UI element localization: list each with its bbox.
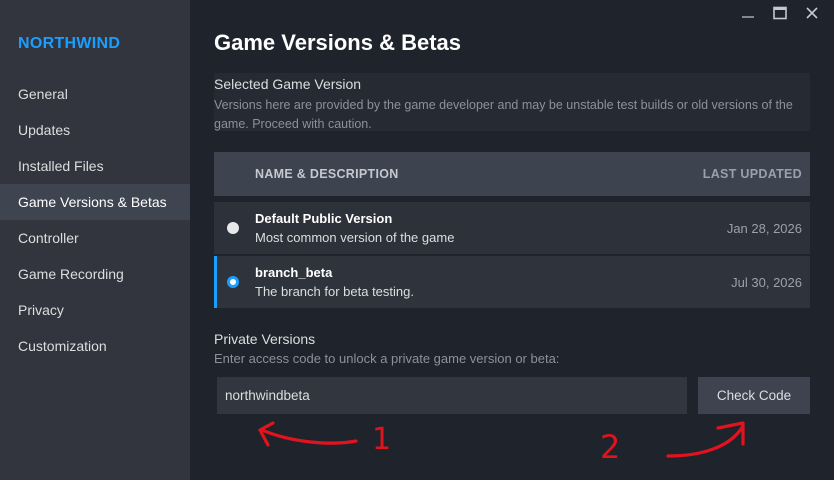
version-last-updated: Jul 30, 2026 <box>731 275 802 290</box>
selected-version-section: Selected Game Version Versions here are … <box>214 73 810 131</box>
app-brand: NORTHWIND <box>18 35 121 52</box>
version-description: Most common version of the game <box>255 230 455 245</box>
version-name: Default Public Version <box>255 211 393 226</box>
version-name: branch_beta <box>255 265 333 280</box>
check-code-button[interactable]: Check Code <box>698 377 810 414</box>
table-row[interactable]: Default Public Version Most common versi… <box>214 202 810 254</box>
sidebar-item-installed-files[interactable]: Installed Files <box>0 148 190 184</box>
window-controls <box>732 2 828 24</box>
sidebar-item-general[interactable]: General <box>0 76 190 112</box>
version-last-updated: Jan 28, 2026 <box>726 221 802 236</box>
section-title: Selected Game Version <box>214 76 362 92</box>
column-header-last-updated: LAST UPDATED <box>702 167 802 181</box>
sidebar: NORTHWIND General Updates Installed File… <box>0 0 190 480</box>
sidebar-item-customization[interactable]: Customization <box>0 328 190 364</box>
table-row[interactable]: branch_beta The branch for beta testing.… <box>214 256 810 308</box>
maximize-button[interactable] <box>764 2 796 24</box>
close-icon <box>806 7 818 19</box>
maximize-icon <box>773 6 787 20</box>
sidebar-item-privacy[interactable]: Privacy <box>0 292 190 328</box>
sidebar-item-controller[interactable]: Controller <box>0 220 190 256</box>
sidebar-item-updates[interactable]: Updates <box>0 112 190 148</box>
access-code-input[interactable] <box>217 377 687 414</box>
sidebar-item-game-recording[interactable]: Game Recording <box>0 256 190 292</box>
column-header-name: NAME & DESCRIPTION <box>255 167 399 181</box>
sidebar-item-game-versions-betas[interactable]: Game Versions & Betas <box>0 184 190 220</box>
sidebar-nav: General Updates Installed Files Game Ver… <box>0 76 190 364</box>
versions-table: NAME & DESCRIPTION LAST UPDATED Default … <box>214 152 810 308</box>
close-button[interactable] <box>796 2 828 24</box>
version-description: The branch for beta testing. <box>255 284 414 299</box>
minimize-button[interactable] <box>732 2 764 24</box>
private-versions-title: Private Versions <box>214 331 316 347</box>
page-title: Game Versions & Betas <box>214 30 462 55</box>
radio-button-checked[interactable] <box>227 276 239 288</box>
main-panel: Game Versions & Betas Selected Game Vers… <box>190 0 834 480</box>
minimize-icon <box>742 16 754 18</box>
private-versions-description: Enter access code to unlock a private ga… <box>214 351 560 366</box>
radio-button[interactable] <box>227 222 239 234</box>
section-description: Versions here are provided by the game d… <box>214 98 793 131</box>
table-header: NAME & DESCRIPTION LAST UPDATED <box>214 152 810 196</box>
